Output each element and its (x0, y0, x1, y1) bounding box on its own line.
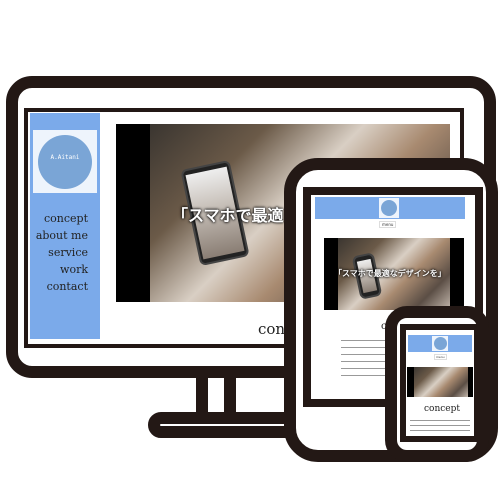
phone-hero-image (414, 367, 468, 397)
phone-section-title: concept (424, 404, 460, 414)
tablet-header (315, 197, 465, 219)
sidebar-nav: concept about me service work contact (18, 210, 88, 295)
phone-logo[interactable] (432, 336, 448, 351)
phone-header (408, 335, 472, 352)
nav-concept[interactable]: concept (18, 210, 88, 227)
phone-menu-button[interactable]: menu (434, 354, 447, 360)
tablet-logo[interactable] (379, 198, 399, 218)
hero-black (116, 124, 150, 302)
logo-circle (434, 337, 447, 350)
text-line (410, 425, 470, 426)
logo-text: A.Aitani (50, 154, 80, 161)
nav-work[interactable]: work (18, 261, 88, 278)
tablet-hero-caption: 「スマホで最適なデザインを」 (338, 268, 446, 278)
text-line (410, 420, 470, 421)
nav-contact[interactable]: contact (18, 278, 88, 295)
phone-screen: menu concept (400, 324, 480, 442)
logo: A.Aitani (38, 135, 92, 189)
logo-circle (381, 200, 397, 216)
sidebar: A.Aitani concept about me service work c… (30, 113, 100, 339)
text-line (410, 430, 470, 431)
nav-service[interactable]: service (18, 244, 88, 261)
logo-box[interactable]: A.Aitani (33, 130, 97, 193)
nav-about-me[interactable]: about me (18, 227, 88, 244)
tablet-hero-image: 「スマホで最適なデザインを」 (338, 238, 450, 310)
tablet-menu-button[interactable]: menu (379, 221, 397, 228)
hero-caption: 「スマホで最適 (172, 206, 284, 225)
monitor-base (148, 412, 298, 438)
